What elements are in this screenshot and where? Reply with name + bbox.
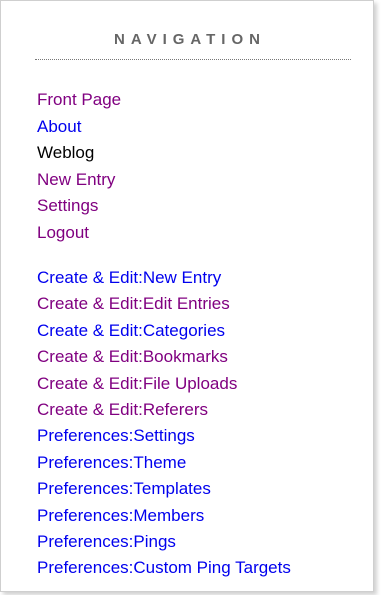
nav-current-weblog: Weblog (37, 143, 95, 162)
primary-nav-item: New Entry (37, 167, 121, 194)
secondary-nav-list: Create & Edit:New Entry Create & Edit:Ed… (37, 265, 291, 582)
secondary-nav-item: Create & Edit:New Entry (37, 265, 291, 291)
secondary-nav-item: Preferences:Pings (37, 529, 291, 555)
nav-link-logout[interactable]: Logout (37, 223, 89, 242)
nav-link-pref-custom-ping-targets[interactable]: Preferences:Custom Ping Targets (37, 558, 291, 577)
nav-link-referers[interactable]: Create & Edit:Referers (37, 400, 208, 419)
nav-link-file-uploads[interactable]: Create & Edit:File Uploads (37, 374, 237, 393)
nav-link-settings[interactable]: Settings (37, 196, 98, 215)
primary-nav-list: Front Page About Weblog New Entry Settin… (37, 87, 121, 246)
secondary-nav-item: Preferences:Theme (37, 450, 291, 476)
primary-nav-item: About (37, 114, 121, 141)
secondary-nav-item: Preferences:Members (37, 503, 291, 529)
secondary-nav-item: Preferences:Settings (37, 423, 291, 449)
secondary-nav-item: Preferences:Custom Ping Targets (37, 555, 291, 581)
secondary-nav-item: Create & Edit:Bookmarks (37, 344, 291, 370)
nav-link-front-page[interactable]: Front Page (37, 90, 121, 109)
nav-link-create-new-entry[interactable]: Create & Edit:New Entry (37, 268, 221, 287)
secondary-nav-item: Create & Edit:Categories (37, 318, 291, 344)
nav-link-bookmarks[interactable]: Create & Edit:Bookmarks (37, 347, 228, 366)
heading-divider (35, 59, 351, 60)
navigation-heading: NAVIGATION (114, 31, 266, 48)
nav-link-pref-settings[interactable]: Preferences:Settings (37, 426, 195, 445)
secondary-nav-item: Create & Edit:Referers (37, 397, 291, 423)
nav-link-about[interactable]: About (37, 117, 81, 136)
nav-link-categories[interactable]: Create & Edit:Categories (37, 321, 225, 340)
primary-nav-item: Settings (37, 193, 121, 220)
navigation-panel: NAVIGATION Front Page About Weblog New E… (0, 0, 374, 592)
nav-link-pref-pings[interactable]: Preferences:Pings (37, 532, 176, 551)
nav-link-pref-members[interactable]: Preferences:Members (37, 506, 204, 525)
nav-link-pref-theme[interactable]: Preferences:Theme (37, 453, 186, 472)
nav-link-edit-entries[interactable]: Create & Edit:Edit Entries (37, 294, 230, 313)
secondary-nav-item: Create & Edit:Edit Entries (37, 291, 291, 317)
nav-link-new-entry[interactable]: New Entry (37, 170, 115, 189)
primary-nav-item: Logout (37, 220, 121, 247)
primary-nav-item: Front Page (37, 87, 121, 114)
secondary-nav-item: Create & Edit:File Uploads (37, 371, 291, 397)
secondary-nav-item: Preferences:Templates (37, 476, 291, 502)
nav-link-pref-templates[interactable]: Preferences:Templates (37, 479, 211, 498)
primary-nav-item: Weblog (37, 140, 121, 167)
